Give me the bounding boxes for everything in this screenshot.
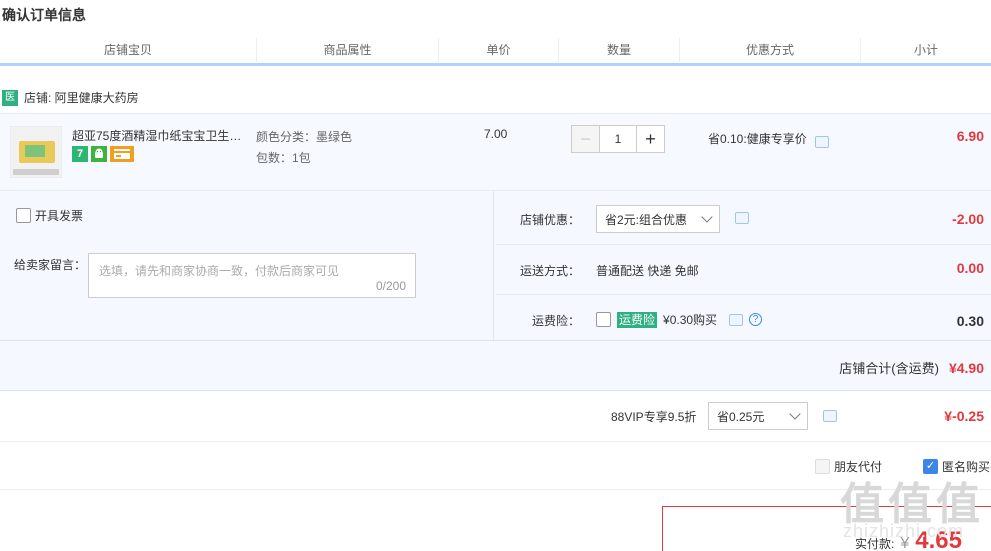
invoice-label: 开具发票 bbox=[35, 209, 84, 223]
vip-discount-row bbox=[0, 391, 991, 442]
chevron-down-icon bbox=[701, 211, 713, 223]
shop-name[interactable]: 店铺: 阿里健康大药房 bbox=[24, 89, 139, 106]
seller-message-counter: 0/200 bbox=[375, 279, 406, 293]
product-title-link[interactable]: 超亚75度酒精湿巾纸宝宝卫生湿巾 bbox=[72, 127, 248, 144]
product-attribute-pack: 包数：1包 bbox=[256, 151, 311, 165]
column-header-quantity: 数量 bbox=[558, 38, 679, 62]
seller-message-textarea[interactable]: 选填，请先和商家协商一致，付款后商家可见 0/200 bbox=[88, 253, 416, 298]
shop-discount-amount: -2.00 bbox=[952, 211, 984, 227]
shop-discount-select[interactable]: 省2元:组合优惠 bbox=[596, 205, 720, 233]
vip-discount-label: 88VIP专享9.5折 bbox=[611, 410, 697, 424]
android-service-icon[interactable] bbox=[91, 146, 107, 162]
shipping-insurance-amount: 0.30 bbox=[956, 313, 984, 329]
thumbnail-label-shape bbox=[25, 145, 45, 157]
column-header-subtotal: 小计 bbox=[860, 38, 991, 62]
chat-bubble-icon[interactable] bbox=[823, 410, 837, 422]
seller-message-label: 给卖家留言： bbox=[14, 258, 87, 272]
vip-discount-select[interactable]: 省0.25元 bbox=[708, 402, 808, 430]
seven-day-return-icon[interactable]: 7 bbox=[72, 146, 88, 162]
shop-discount-label: 店铺优惠： bbox=[520, 213, 581, 227]
column-header-attributes: 商品属性 bbox=[256, 38, 438, 62]
watermark-site: zhizhizhi.com bbox=[843, 521, 965, 541]
page-title: 确认订单信息 bbox=[2, 7, 86, 23]
promotion-info: 省0.10:健康专享价 bbox=[708, 128, 829, 148]
order-item-row bbox=[0, 113, 991, 191]
column-header-row: 店铺宝贝 商品属性 单价 数量 优惠方式 小计 bbox=[0, 38, 991, 66]
pharmacy-icon: 医 bbox=[2, 89, 18, 106]
unit-price: 7.00 bbox=[484, 127, 508, 141]
shipping-label: 运送方式： bbox=[520, 264, 581, 278]
shipping-amount: 0.00 bbox=[956, 260, 984, 276]
vip-discount-selected: 省0.25元 bbox=[717, 409, 765, 424]
chevron-down-icon bbox=[789, 408, 801, 420]
shop-discount-selected: 省2元:组合优惠 bbox=[605, 212, 688, 227]
product-thumbnail[interactable] bbox=[10, 126, 62, 178]
shop-total-label: 店铺合计(含运费) bbox=[839, 361, 939, 376]
shop-header: 医 店铺: 阿里健康大药房 bbox=[2, 89, 139, 106]
product-attribute-color: 颜色分类：墨绿色 bbox=[256, 130, 353, 144]
decrease-quantity-button[interactable]: − bbox=[571, 125, 600, 153]
help-icon[interactable]: ? bbox=[749, 313, 763, 326]
increase-quantity-button[interactable]: + bbox=[636, 125, 665, 153]
divider bbox=[496, 244, 991, 245]
quantity-stepper: − 1 + bbox=[571, 125, 665, 153]
invoice-checkbox[interactable] bbox=[16, 208, 31, 223]
promotion-text: 省0.10:健康专享价 bbox=[708, 131, 807, 146]
shop-total: 店铺合计(含运费) ¥4.90 bbox=[839, 358, 984, 377]
chat-bubble-icon[interactable] bbox=[729, 313, 744, 326]
shipping-insurance-option[interactable]: 运费险 ¥0.30购买 ? bbox=[596, 311, 763, 328]
divider bbox=[496, 294, 991, 295]
shipping-insurance-tag: 运费险 bbox=[617, 311, 658, 328]
column-header-item: 店铺宝贝 bbox=[103, 43, 152, 57]
credit-card-icon[interactable] bbox=[110, 146, 134, 162]
service-badges: 7 bbox=[72, 146, 134, 162]
column-header-promotion: 优惠方式 bbox=[679, 38, 860, 62]
shipping-insurance-label: 运费险： bbox=[532, 314, 581, 328]
shipping-insurance-checkbox[interactable] bbox=[596, 312, 611, 327]
seller-message-placeholder: 选填，请先和商家协商一致，付款后商家可见 bbox=[99, 264, 340, 278]
quantity-input[interactable]: 1 bbox=[600, 125, 636, 153]
shop-total-amount: ¥4.90 bbox=[948, 359, 984, 376]
column-header-price: 单价 bbox=[438, 38, 558, 62]
thumbnail-band-shape bbox=[13, 169, 59, 175]
chat-bubble-icon[interactable] bbox=[735, 212, 749, 224]
shipping-method: 普通配送 快递 免邮 bbox=[596, 264, 699, 278]
item-subtotal: 6.90 bbox=[956, 128, 984, 144]
invoice-option[interactable]: 开具发票 bbox=[16, 207, 83, 224]
friend-pay-checkbox[interactable] bbox=[815, 459, 830, 474]
shipping-insurance-price: ¥0.30购买 bbox=[663, 313, 718, 327]
chat-bubble-icon[interactable] bbox=[814, 136, 829, 148]
vip-discount-amount: ¥-0.25 bbox=[944, 408, 984, 424]
